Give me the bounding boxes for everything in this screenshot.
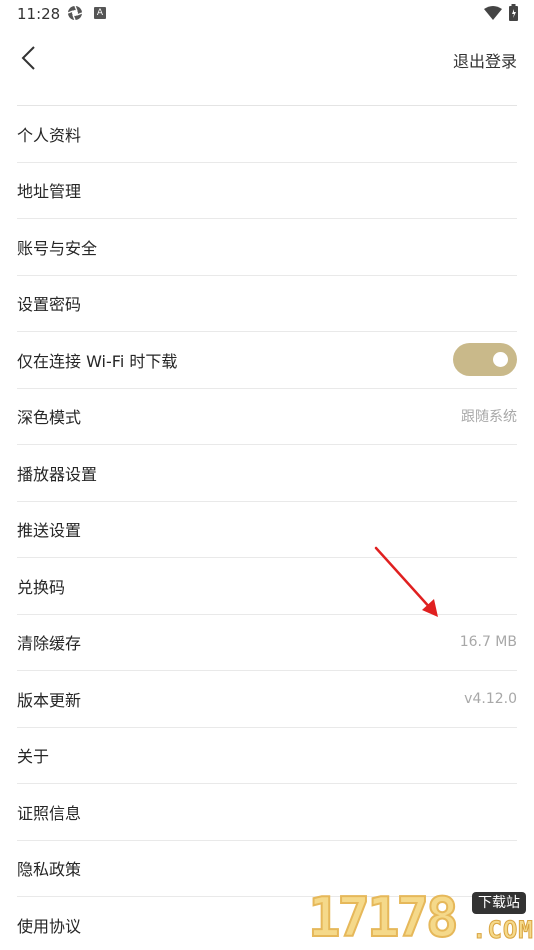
row-label: 账号与安全 [17,238,98,258]
settings-row-player[interactable]: 播放器设置 [17,445,517,502]
row-label: 使用协议 [17,916,82,936]
settings-row-profile[interactable]: 个人资料 [17,106,517,163]
settings-list: 个人资料 地址管理 账号与安全 设置密码 仅在连接 Wi-Fi 时下载 深色模式… [17,106,517,950]
row-label: 隐私政策 [17,860,82,880]
back-button[interactable] [14,42,46,74]
notification-badge-icon: A [94,7,106,19]
wifi-only-download-toggle[interactable] [453,343,517,377]
row-label: 仅在连接 Wi-Fi 时下载 [17,351,178,371]
row-label: 个人资料 [17,125,82,145]
settings-row-account-security[interactable]: 账号与安全 [17,219,517,276]
aperture-icon [67,5,83,21]
toggle-knob [493,352,508,368]
row-label: 地址管理 [17,182,82,202]
watermark-logo: 17178 下载站 .COM [307,886,534,950]
settings-row-address[interactable]: 地址管理 [17,163,517,219]
row-label: 关于 [17,747,50,767]
version-value: v4.12.0 [464,690,517,707]
watermark-tag: 下载站 [472,892,526,914]
settings-row-wifi-only-download: 仅在连接 Wi-Fi 时下载 [17,332,517,389]
watermark-digits: 17178 [307,886,460,949]
watermark-domain: .COM [472,916,534,945]
settings-page: 11:28 A 退出登录 个人资料 地址管理 账号与安全 设置密码 仅在连接 W… [0,0,534,950]
cache-size-value: 16.7 MB [459,634,517,651]
battery-icon [509,4,518,21]
row-label: 深色模式 [17,408,82,428]
row-label: 设置密码 [17,295,82,315]
red-arrow-annotation [374,546,438,617]
settings-row-license-info[interactable]: 证照信息 [17,784,517,841]
row-label: 清除缓存 [17,634,82,654]
status-bar: 11:28 A [0,0,534,30]
settings-row-clear-cache[interactable]: 清除缓存 16.7 MB [17,615,517,671]
chevron-left-icon [21,46,35,70]
settings-row-dark-mode[interactable]: 深色模式 跟随系统 [17,389,517,445]
logout-button[interactable]: 退出登录 [453,48,517,72]
row-label: 证照信息 [17,803,82,823]
row-label: 推送设置 [17,521,82,541]
row-label: 兑换码 [17,577,66,597]
settings-row-version-update[interactable]: 版本更新 v4.12.0 [17,671,517,728]
dark-mode-value: 跟随系统 [461,409,517,426]
row-label: 版本更新 [17,690,82,710]
status-time: 11:28 [17,5,61,23]
row-label: 播放器设置 [17,464,98,484]
settings-row-about[interactable]: 关于 [17,728,517,784]
wifi-icon [484,6,502,20]
settings-row-set-password[interactable]: 设置密码 [17,276,517,332]
